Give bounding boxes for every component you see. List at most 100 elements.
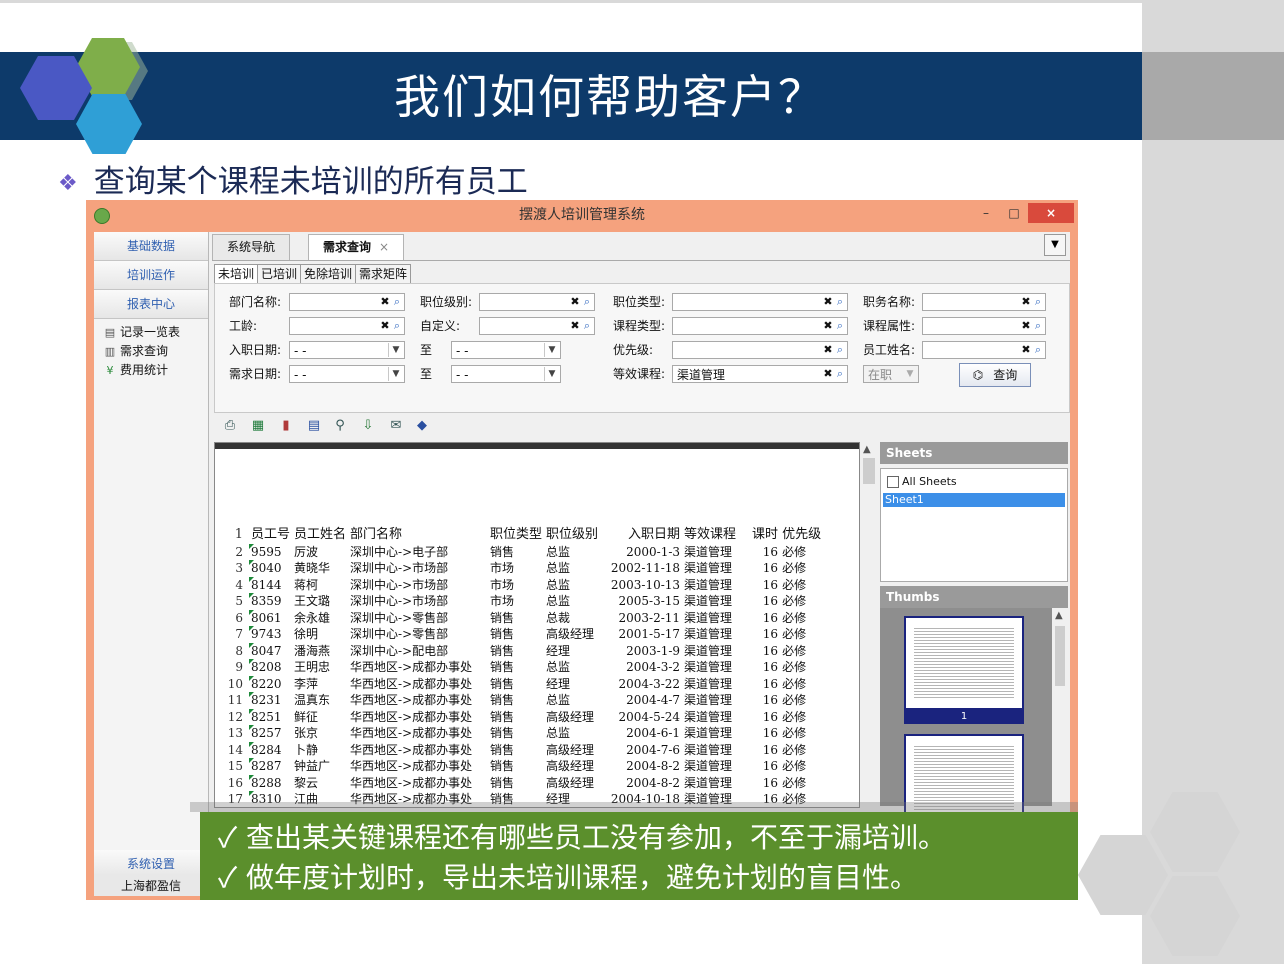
query-button[interactable]: ⌬ 查询 (959, 363, 1031, 387)
demand-date-from[interactable]: - - ▼ (289, 365, 405, 383)
lookup-icon[interactable]: ⌕ (581, 295, 593, 309)
job-type-input[interactable]: ✖ ⌕ (672, 293, 848, 311)
page-thumbnail[interactable] (904, 616, 1024, 710)
zoom-icon[interactable]: ⚲ (332, 418, 348, 434)
lookup-icon[interactable]: ⌕ (581, 319, 593, 333)
nav-cost-stats[interactable]: ¥ 费用统计 (104, 361, 169, 380)
custom-input[interactable]: ✖ ⌕ (479, 317, 595, 335)
clear-icon[interactable]: ✖ (822, 367, 834, 381)
scroll-thumb[interactable] (863, 458, 875, 484)
table-cell: 渠道管理 (684, 759, 733, 774)
chevron-down-icon[interactable]: ▼ (544, 343, 559, 357)
clear-icon[interactable]: ✖ (379, 295, 391, 309)
lookup-icon[interactable]: ⌕ (834, 343, 846, 357)
table-cell: 8047 (249, 642, 282, 658)
table-cell: 16 (762, 544, 779, 559)
lookup-icon[interactable]: ⌕ (834, 367, 846, 381)
table-cell: 销售 (490, 544, 515, 559)
demand-date-to[interactable]: - - ▼ (451, 365, 561, 383)
table-cell: 必修 (782, 775, 807, 790)
lookup-icon[interactable]: ⌕ (1032, 343, 1044, 357)
scroll-thumb[interactable] (1055, 626, 1065, 686)
minimize-button[interactable]: – (972, 203, 1000, 223)
spreadsheet-preview[interactable]: 1 员工号 员工姓名 部门名称 职位类型 职位级别 入职日期 等效课程 课时 优… (214, 442, 860, 808)
table-cell: 必修 (782, 577, 807, 592)
dept-name-input[interactable]: ✖ ⌕ (289, 293, 405, 311)
clear-icon[interactable]: ✖ (379, 319, 391, 333)
clear-icon[interactable]: ✖ (822, 295, 834, 309)
table-cell: 深圳中心->电子部 (350, 544, 449, 559)
sheet-list-item[interactable]: Sheet1 (883, 493, 1065, 507)
nav-training-ops[interactable]: 培训运作 (94, 261, 208, 290)
employee-name-input[interactable]: ✖ ⌕ (922, 341, 1046, 359)
status-select[interactable]: 在职 ▼ (863, 365, 919, 383)
thumbs-scrollbar[interactable]: ▲ (1052, 608, 1068, 806)
maximize-button[interactable]: □ (1000, 203, 1028, 223)
chevron-down-icon[interactable]: ▼ (544, 367, 559, 381)
job-level-input[interactable]: ✖ ⌕ (479, 293, 595, 311)
nav-record-list[interactable]: ▤ 记录一览表 (104, 323, 180, 342)
subtab-untrained[interactable]: 未培训 (214, 264, 259, 284)
subtab-exempt[interactable]: 免除培训 (300, 264, 357, 284)
layout-icon[interactable]: ▤ (306, 418, 322, 434)
hire-date-from[interactable]: - - ▼ (289, 341, 405, 359)
scroll-up-icon[interactable]: ▲ (863, 444, 871, 455)
equiv-course-input[interactable]: 渠道管理 ✖ ⌕ (672, 365, 848, 383)
table-cell: 渠道管理 (684, 643, 733, 658)
title-name-input[interactable]: ✖ ⌕ (922, 293, 1046, 311)
lookup-icon[interactable]: ⌕ (1032, 295, 1044, 309)
table-row: 4 8144 蒋柯 深圳中心->市场部 市场 总监 2003-10-13 渠道管理 16 必修 (215, 576, 823, 594)
sheet-scrollbar[interactable]: ▲ (860, 442, 878, 806)
scroll-up-icon[interactable]: ▲ (1055, 610, 1063, 621)
table-cell: 16 (762, 742, 779, 757)
priority-input[interactable]: ✖ ⌕ (672, 341, 848, 359)
table-cell: 销售 (490, 775, 515, 790)
clear-icon[interactable]: ✖ (569, 319, 581, 333)
tab-close-icon[interactable]: × (379, 240, 389, 254)
nav-demand-query[interactable]: ▥ 需求查询 (104, 342, 168, 361)
tab-system-nav[interactable]: 系统导航 (212, 234, 291, 260)
tab-demand-query[interactable]: 需求查询 × (308, 234, 405, 260)
sheet-top-rule (215, 443, 859, 449)
lookup-icon[interactable]: ⌕ (391, 319, 403, 333)
clear-icon[interactable]: ✖ (1020, 295, 1032, 309)
book-icon[interactable]: ◆ (414, 418, 430, 434)
table-cell: 16 (762, 709, 779, 724)
all-sheets-option[interactable]: All Sheets (887, 475, 957, 489)
clear-icon[interactable]: ✖ (822, 319, 834, 333)
chevron-down-icon[interactable]: ▼ (388, 367, 403, 381)
row-number: 11 (227, 693, 243, 708)
lookup-icon[interactable]: ⌕ (834, 295, 846, 309)
mail-icon[interactable]: ✉ (388, 418, 404, 434)
clear-icon[interactable]: ✖ (1020, 319, 1032, 333)
tab-dropdown-button[interactable]: ▼ (1044, 234, 1066, 256)
subtab-matrix[interactable]: 需求矩阵 (355, 264, 412, 284)
chevron-down-icon[interactable]: ▼ (388, 343, 403, 357)
export-icon[interactable]: ⇩ (360, 418, 376, 434)
clear-icon[interactable]: ✖ (822, 343, 834, 357)
clear-icon[interactable]: ✖ (1020, 343, 1032, 357)
table-cell: 8220 (249, 675, 282, 691)
table-cell: 8231 (249, 692, 282, 708)
sheets-header: Sheets (880, 442, 1068, 464)
course-attr-input[interactable]: ✖ ⌕ (922, 317, 1046, 335)
close-button[interactable]: × (1028, 203, 1074, 223)
nav-report-center[interactable]: 报表中心 (94, 290, 208, 319)
chart-icon[interactable]: ▮ (278, 418, 294, 434)
lookup-icon[interactable]: ⌕ (391, 295, 403, 309)
table-cell: 8284 (249, 741, 282, 757)
thumbnail-list[interactable]: 1 (880, 608, 1052, 828)
subtab-trained[interactable]: 已培训 (257, 264, 302, 284)
lookup-icon[interactable]: ⌕ (1032, 319, 1044, 333)
clear-icon[interactable]: ✖ (569, 295, 581, 309)
lookup-icon[interactable]: ⌕ (834, 319, 846, 333)
excel-icon[interactable]: ▦ (250, 418, 266, 434)
seniority-input[interactable]: ✖ ⌕ (289, 317, 405, 335)
hire-date-to[interactable]: - - ▼ (451, 341, 561, 359)
checkbox[interactable] (887, 476, 899, 488)
print-icon[interactable]: ⎙ (222, 418, 238, 434)
nav-system-settings[interactable]: 系统设置 (94, 850, 208, 879)
course-type-input[interactable]: ✖ ⌕ (672, 317, 848, 335)
nav-basic-data[interactable]: 基础数据 (94, 232, 208, 261)
table-cell: 总监 (546, 726, 571, 741)
